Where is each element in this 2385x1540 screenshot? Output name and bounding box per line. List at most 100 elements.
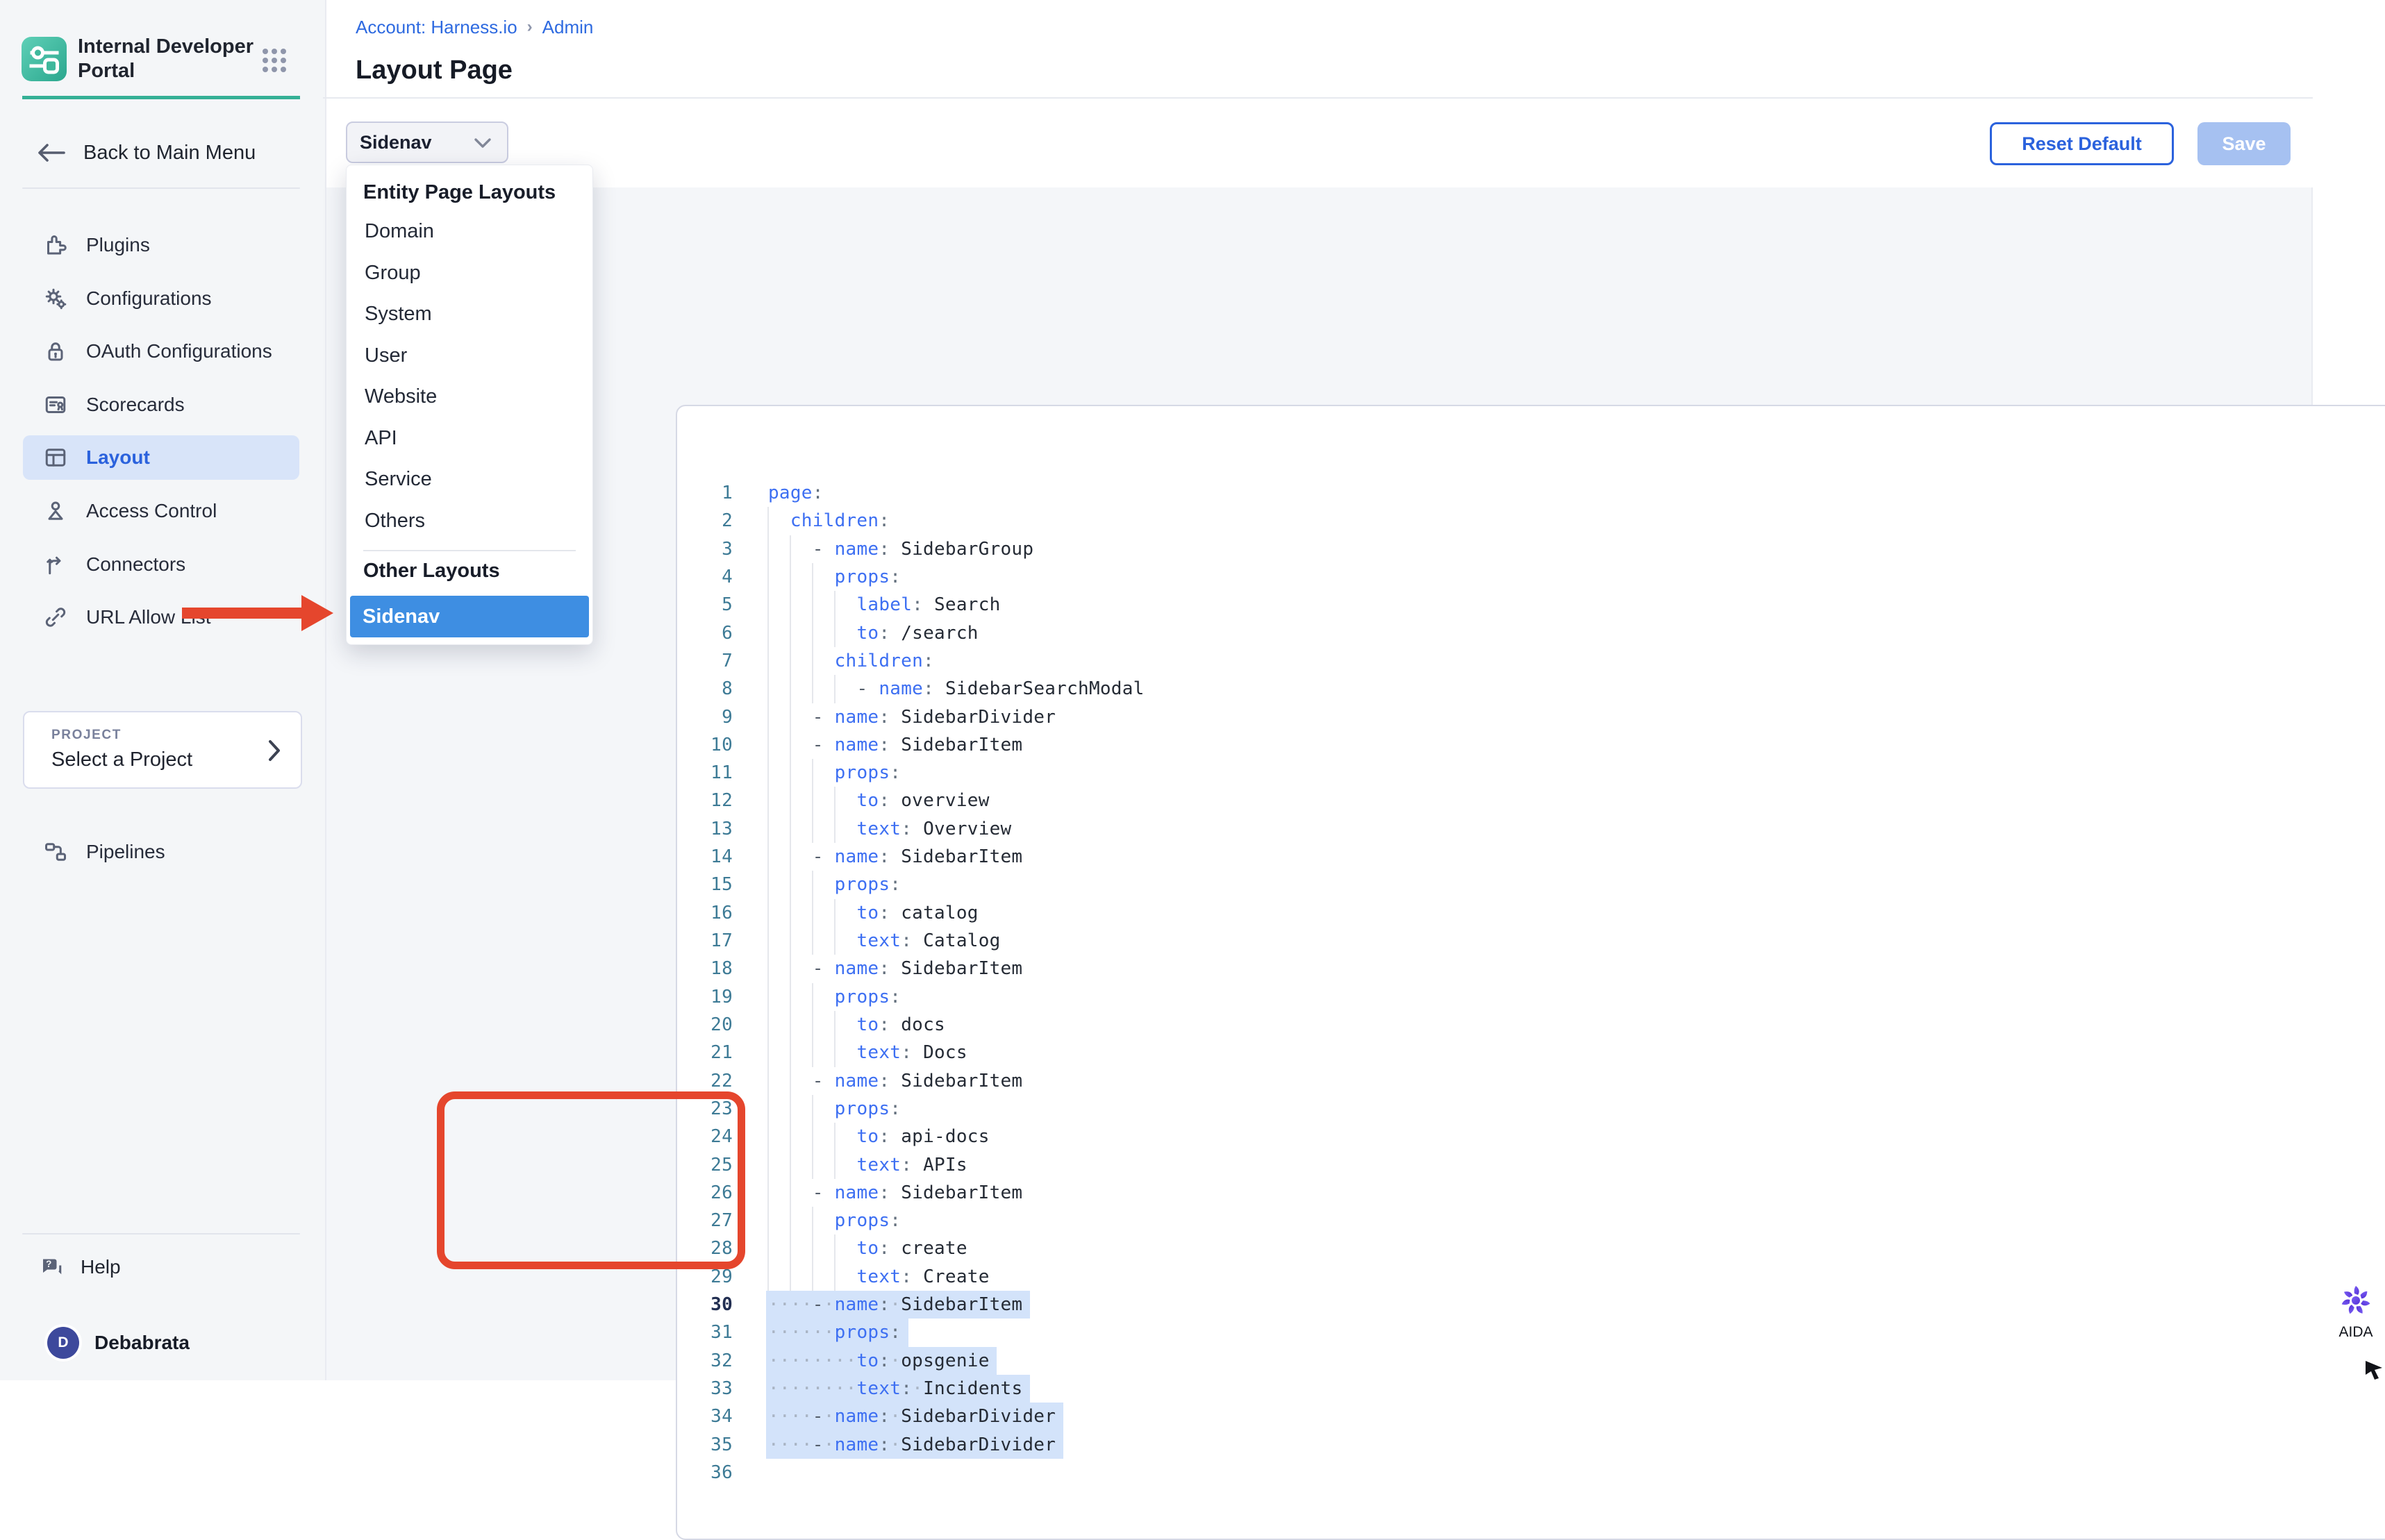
- dropdown-item-others[interactable]: Others: [347, 501, 592, 542]
- reset-default-button[interactable]: Reset Default: [1990, 122, 2174, 165]
- line-number: 31: [677, 1319, 733, 1346]
- sidebar-divider-bottom: [22, 1233, 300, 1234]
- code-line[interactable]: 15 props:: [677, 871, 2385, 898]
- sidebar-item-plugins[interactable]: Plugins: [23, 223, 299, 267]
- code-line[interactable]: 25 text: APIs: [677, 1151, 2385, 1179]
- code-line[interactable]: 26 - name: SidebarItem: [677, 1179, 2385, 1207]
- code-line[interactable]: 24 to: api-docs: [677, 1123, 2385, 1150]
- sidebar-item-label: Pipelines: [86, 830, 165, 874]
- line-number: 22: [677, 1067, 733, 1095]
- code-line[interactable]: 14 - name: SidebarItem: [677, 843, 2385, 871]
- sidebar-item-oauth-configurations[interactable]: OAuth Configurations: [23, 329, 299, 374]
- plugins-icon: [43, 233, 68, 258]
- dropdown-item-system[interactable]: System: [347, 294, 592, 335]
- sidebar-item-connectors[interactable]: Connectors: [23, 542, 299, 587]
- code-line[interactable]: 5 label: Search: [677, 591, 2385, 619]
- apps-grid-icon[interactable]: [263, 49, 289, 72]
- aida-label: AIDA: [2328, 1324, 2384, 1341]
- dropdown-item-api[interactable]: API: [347, 418, 592, 460]
- code-line[interactable]: 16 to: catalog: [677, 899, 2385, 927]
- breadcrumb-account-link[interactable]: Account: Harness.io: [356, 17, 517, 38]
- code-line[interactable]: 2 children:: [677, 507, 2385, 535]
- sidebar-item-layout[interactable]: Layout: [23, 435, 299, 480]
- code-line[interactable]: 29 text: Create: [677, 1263, 2385, 1291]
- project-selector[interactable]: PROJECT Select a Project: [23, 711, 302, 789]
- code-line[interactable]: 28 to: create: [677, 1234, 2385, 1262]
- code-line[interactable]: 13 text: Overview: [677, 815, 2385, 843]
- sidebar-item-access-control[interactable]: Access Control: [23, 489, 299, 533]
- sidebar-item-label: Scorecards: [86, 383, 185, 427]
- code-line[interactable]: 8 - name: SidebarSearchModal: [677, 675, 2385, 703]
- code-line[interactable]: 11 props:: [677, 759, 2385, 787]
- line-number: 5: [677, 591, 733, 619]
- code-line[interactable]: 21 text: Docs: [677, 1039, 2385, 1066]
- line-number: 30: [677, 1291, 733, 1319]
- mouse-cursor: [2364, 1359, 2385, 1380]
- code-line[interactable]: 4 props:: [677, 563, 2385, 591]
- sidebar: Internal Developer Portal Back to Main M…: [0, 0, 326, 1380]
- sidebar-item-configurations[interactable]: Configurations: [23, 276, 299, 321]
- layout-icon: [43, 445, 68, 470]
- dropdown-item-website[interactable]: Website: [347, 376, 592, 418]
- yaml-code-editor[interactable]: 1page:2 children:3 - name: SidebarGroup4…: [677, 479, 2385, 1487]
- aida-icon: [2340, 1284, 2372, 1316]
- sidebar-item-scorecards[interactable]: Scorecards: [23, 383, 299, 427]
- code-line[interactable]: 19 props:: [677, 983, 2385, 1011]
- line-number: 3: [677, 535, 733, 563]
- chevron-right-icon: [267, 739, 281, 762]
- line-number: 32: [677, 1347, 733, 1375]
- code-line[interactable]: 6 to: /search: [677, 619, 2385, 647]
- code-line[interactable]: 23 props:: [677, 1095, 2385, 1123]
- code-line[interactable]: 12 to: overview: [677, 787, 2385, 814]
- line-number: 18: [677, 955, 733, 982]
- line-number: 34: [677, 1403, 733, 1430]
- code-line[interactable]: 34····-·name:·SidebarDivider: [677, 1403, 2385, 1430]
- project-label: PROJECT: [51, 728, 122, 743]
- code-line[interactable]: 22 - name: SidebarItem: [677, 1067, 2385, 1095]
- code-line[interactable]: 18 - name: SidebarItem: [677, 955, 2385, 982]
- help-icon: ?: [39, 1254, 65, 1280]
- line-number: 35: [677, 1431, 733, 1459]
- code-line[interactable]: 27 props:: [677, 1207, 2385, 1234]
- dropdown-item-service[interactable]: Service: [347, 459, 592, 501]
- sidebar-item-label: OAuth Configurations: [86, 329, 272, 374]
- layout-type-select[interactable]: Sidenav: [346, 122, 508, 163]
- url-allow-list-icon: [43, 605, 68, 630]
- code-line[interactable]: 17 text: Catalog: [677, 927, 2385, 955]
- code-line[interactable]: 33········text:·Incidents: [677, 1375, 2385, 1403]
- user-menu[interactable]: D Debabrata: [28, 1322, 300, 1364]
- user-name: Debabrata: [94, 1332, 190, 1354]
- sidebar-item-pipelines[interactable]: Pipelines: [23, 830, 299, 874]
- save-button[interactable]: Save: [2197, 122, 2291, 165]
- dropdown-item-sidenav[interactable]: Sidenav: [350, 596, 589, 637]
- help-button[interactable]: ? Help: [28, 1247, 300, 1287]
- code-line[interactable]: 9 - name: SidebarDivider: [677, 703, 2385, 731]
- line-number: 12: [677, 787, 733, 814]
- line-number: 9: [677, 703, 733, 731]
- dropdown-item-user[interactable]: User: [347, 335, 592, 377]
- line-number: 14: [677, 843, 733, 871]
- code-line[interactable]: 7 children:: [677, 647, 2385, 675]
- code-line[interactable]: 31······props:: [677, 1319, 2385, 1346]
- user-avatar: D: [47, 1327, 79, 1359]
- dropdown-item-group[interactable]: Group: [347, 253, 592, 294]
- code-line[interactable]: 1page:: [677, 479, 2385, 507]
- line-number: 1: [677, 479, 733, 507]
- code-line[interactable]: 36: [677, 1459, 2385, 1487]
- layout-dropdown-menu: Entity Page LayoutsDomainGroupSystemUser…: [346, 165, 593, 645]
- code-line[interactable]: 3 - name: SidebarGroup: [677, 535, 2385, 563]
- aida-widget[interactable]: AIDA: [2328, 1284, 2384, 1341]
- help-label: Help: [81, 1256, 121, 1278]
- dropdown-group-other-layouts: Other Layouts: [347, 551, 592, 590]
- back-to-main-menu-label: Back to Main Menu: [83, 142, 256, 165]
- code-line[interactable]: 10 - name: SidebarItem: [677, 731, 2385, 759]
- code-line[interactable]: 35····-·name:·SidebarDivider: [677, 1431, 2385, 1459]
- project-value: Select a Project: [51, 748, 192, 771]
- breadcrumb-admin-link[interactable]: Admin: [542, 17, 594, 38]
- code-line[interactable]: 30····-·name:·SidebarItem: [677, 1291, 2385, 1319]
- code-line[interactable]: 20 to: docs: [677, 1011, 2385, 1039]
- dropdown-item-domain[interactable]: Domain: [347, 211, 592, 253]
- code-line[interactable]: 32········to:·opsgenie: [677, 1347, 2385, 1375]
- line-number: 13: [677, 815, 733, 843]
- back-to-main-menu-button[interactable]: Back to Main Menu: [28, 133, 300, 172]
